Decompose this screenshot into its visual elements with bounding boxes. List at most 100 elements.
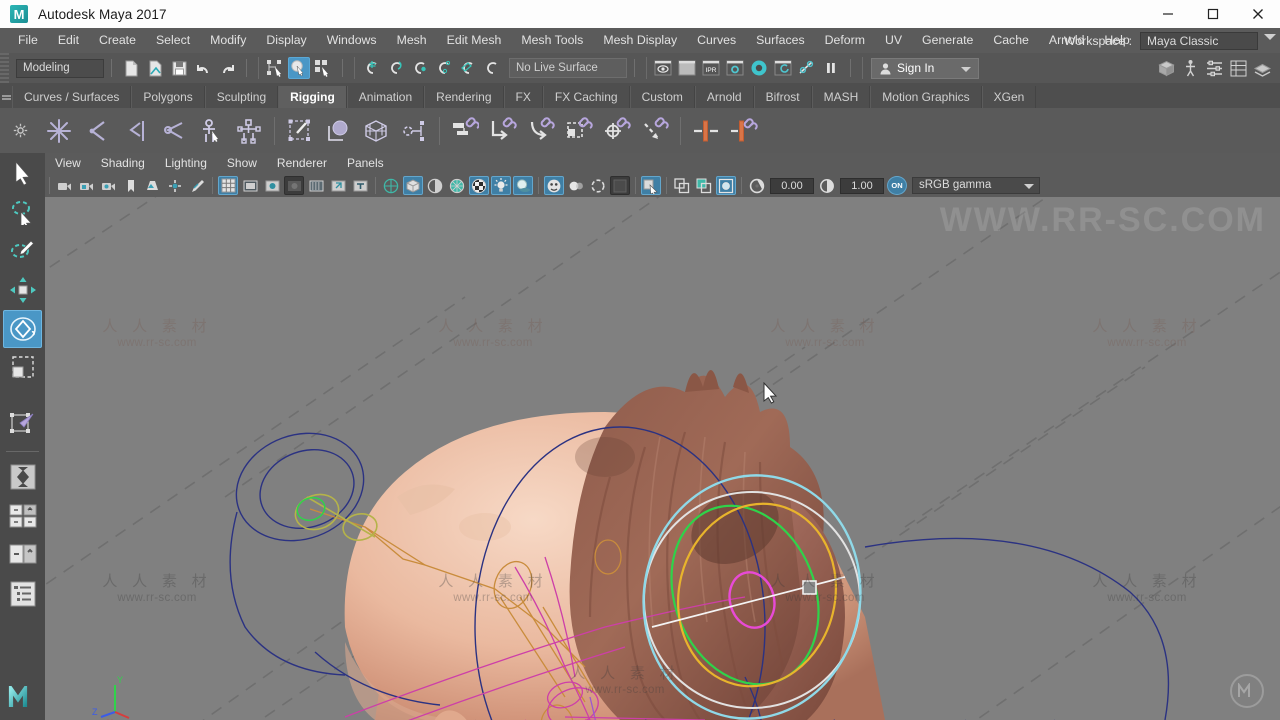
snap-to-projected-center-button[interactable] (432, 57, 454, 79)
select-by-object-type-button[interactable] (288, 57, 310, 79)
select-camera-button[interactable] (55, 176, 75, 195)
single-perspective-layout[interactable] (3, 536, 42, 574)
live-surface-field[interactable]: No Live Surface (509, 58, 627, 78)
shelf-tab-fx-caching[interactable]: FX Caching (542, 86, 630, 108)
lights-toggle-button[interactable] (491, 176, 511, 195)
save-scene-button[interactable] (168, 57, 190, 79)
rotate-tool[interactable] (3, 310, 42, 348)
shelf-tab-mash[interactable]: MASH (811, 86, 871, 108)
render-view-button[interactable] (772, 57, 794, 79)
quick-rig-tool[interactable] (195, 115, 227, 147)
motion-blur-button[interactable] (566, 176, 586, 195)
ipr-render-button[interactable]: IPR (700, 57, 722, 79)
layer-editor-button[interactable] (1251, 57, 1273, 79)
xray-active-components-button[interactable] (716, 176, 736, 195)
undo-button[interactable] (192, 57, 214, 79)
statusbar-grip[interactable] (0, 53, 9, 83)
flat-shade-button[interactable] (425, 176, 445, 195)
snap-to-point-button[interactable] (408, 57, 430, 79)
insert-joint-tool[interactable] (157, 115, 189, 147)
select-by-hierarchy-button[interactable] (264, 57, 286, 79)
select-tool[interactable] (3, 154, 42, 192)
rendering-flags-button[interactable] (796, 57, 818, 79)
snap-to-curve-button[interactable] (384, 57, 406, 79)
aim-constraint[interactable] (601, 115, 633, 147)
panel-menu-panels[interactable]: Panels (337, 153, 394, 174)
panel-menu-renderer[interactable]: Renderer (267, 153, 337, 174)
film-gate-button[interactable] (240, 176, 260, 195)
point-constraint[interactable] (487, 115, 519, 147)
chevron-down-icon[interactable] (1264, 34, 1276, 40)
menu-modify[interactable]: Modify (200, 28, 256, 53)
exposure-value-field[interactable]: 0.00 (770, 177, 814, 194)
panel-menu-lighting[interactable]: Lighting (155, 153, 217, 174)
film-origin-button[interactable] (306, 176, 326, 195)
camera-attributes-button[interactable] (99, 176, 119, 195)
chevron-down-icon[interactable] (1024, 184, 1034, 189)
hypershade-button[interactable] (748, 57, 770, 79)
exposure-gauge-icon[interactable] (747, 176, 767, 195)
render-settings-button[interactable] (724, 57, 746, 79)
shelf-tab-animation[interactable]: Animation (346, 86, 425, 108)
color-management-toggle[interactable]: ON (887, 176, 907, 195)
shelf-tab-bifrost[interactable]: Bifrost (753, 86, 812, 108)
menu-mesh-display[interactable]: Mesh Display (593, 28, 687, 53)
menu-select[interactable]: Select (146, 28, 200, 53)
color-management-combo[interactable]: sRGB gamma (912, 177, 1040, 194)
shelf-tab-sculpting[interactable]: Sculpting (204, 86, 279, 108)
render-current-frame-button[interactable] (652, 57, 674, 79)
menu-mesh-tools[interactable]: Mesh Tools (511, 28, 593, 53)
panel-menu-show[interactable]: Show (217, 153, 267, 174)
mirror-skin-weights[interactable] (728, 115, 760, 147)
sign-in-button[interactable]: Sign In (871, 57, 979, 79)
panel-menu-shading[interactable]: Shading (91, 153, 155, 174)
image-plane-button[interactable] (143, 176, 163, 195)
menu-generate[interactable]: Generate (912, 28, 983, 53)
render-sequence-button[interactable] (676, 57, 698, 79)
menu-set-combo[interactable]: Modeling (16, 58, 104, 78)
parent-constraint[interactable] (449, 115, 481, 147)
minimize-icon[interactable] (1145, 0, 1190, 28)
human-ik-character[interactable] (233, 115, 265, 147)
orient-constraint[interactable] (525, 115, 557, 147)
attribute-editor-button[interactable] (1203, 57, 1225, 79)
grease-pencil-button[interactable] (187, 176, 207, 195)
four-view-layout[interactable] (3, 458, 42, 496)
menu-create[interactable]: Create (89, 28, 146, 53)
move-tool[interactable] (3, 271, 42, 309)
menu-edit[interactable]: Edit (48, 28, 89, 53)
menu-windows[interactable]: Windows (317, 28, 387, 53)
create-ik-handle-tool[interactable] (81, 115, 113, 147)
menu-cache[interactable]: Cache (983, 28, 1039, 53)
gate-mask-button[interactable] (284, 176, 304, 195)
texture-toggle-button[interactable] (469, 176, 489, 195)
shelf-tab-custom[interactable]: Custom (629, 86, 695, 108)
perspective-viewport[interactable]: Y Z X WWW.RR-SC.COM 人 人 素 材www.rr-sc.com… (45, 197, 1280, 720)
shelf-tab-xgen[interactable]: XGen (981, 86, 1037, 108)
shade-wire-button[interactable] (447, 176, 467, 195)
gamma-value-field[interactable]: 1.00 (840, 177, 884, 194)
lattice-box[interactable] (360, 115, 392, 147)
smooth-shade-button[interactable] (403, 176, 423, 195)
shelf-tab-rendering[interactable]: Rendering (424, 86, 504, 108)
shelf-tab-arnold[interactable]: Arnold (694, 86, 754, 108)
menu-curves[interactable]: Curves (687, 28, 746, 53)
persp-outliner-layout[interactable] (3, 497, 42, 535)
maximize-icon[interactable] (1190, 0, 1235, 28)
lattice-deformer[interactable] (322, 115, 354, 147)
smooth-bind[interactable] (284, 115, 316, 147)
shelf-options-icon[interactable] (0, 108, 40, 153)
grid-toggle-button[interactable] (218, 176, 238, 195)
menu-uv[interactable]: UV (875, 28, 912, 53)
two-d-pan-zoom-button[interactable] (165, 176, 185, 195)
paint-select-tool[interactable] (3, 232, 42, 270)
multisample-button[interactable] (588, 176, 608, 195)
outliner-layout[interactable] (3, 575, 42, 613)
menu-deform[interactable]: Deform (815, 28, 875, 53)
shelf-tab-rigging[interactable]: Rigging (278, 86, 347, 108)
exposure-button[interactable] (328, 176, 348, 195)
scale-constraint[interactable] (563, 115, 595, 147)
shadows-toggle-button[interactable] (513, 176, 533, 195)
menu-file[interactable]: File (8, 28, 48, 53)
xray-joints-button[interactable] (694, 176, 714, 195)
